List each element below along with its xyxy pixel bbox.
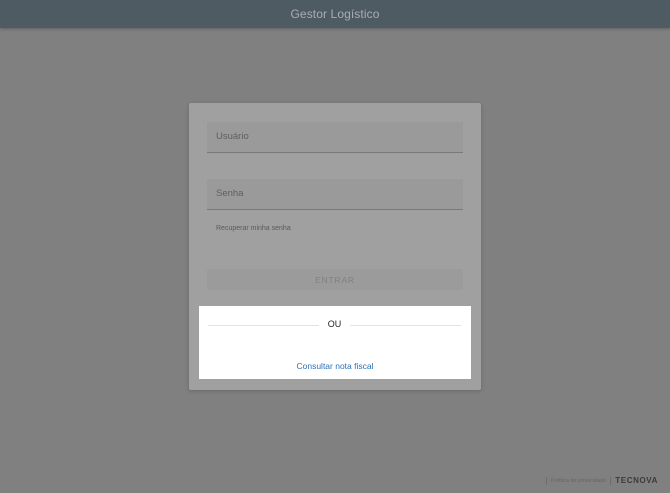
password-label: Senha: [216, 188, 244, 199]
app-title: Gestor Logístico: [290, 7, 380, 21]
divider-line-left: [208, 325, 319, 326]
app-bar: Gestor Logístico: [0, 0, 670, 28]
consult-invoice-link[interactable]: Consultar nota fiscal: [199, 361, 471, 371]
or-divider-label: OU: [327, 319, 342, 329]
recover-password-link[interactable]: Recuperar minha senha: [216, 225, 291, 232]
footer-separator: [545, 476, 547, 485]
alternative-panel: OU Consultar nota fiscal: [199, 306, 471, 379]
footer-separator: [610, 476, 612, 485]
privacy-policy-link[interactable]: Política de privacidade: [551, 478, 606, 484]
username-label: Usuário: [216, 131, 249, 142]
brand-logo: TECNOVA: [615, 476, 658, 485]
password-field[interactable]: Senha: [207, 179, 463, 210]
divider-line-right: [350, 325, 461, 326]
username-field[interactable]: Usuário: [207, 122, 463, 153]
enter-button[interactable]: ENTRAR: [207, 269, 463, 290]
footer: Política de privacidade TECNOVA: [545, 476, 658, 485]
